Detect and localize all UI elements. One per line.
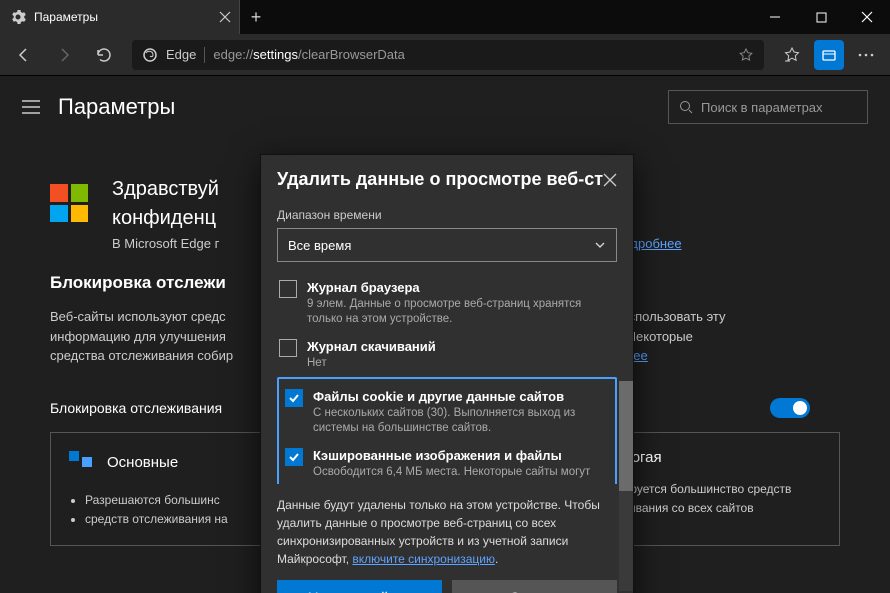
menu-icon[interactable]: [848, 37, 884, 73]
search-icon: [679, 100, 693, 114]
new-tab-button[interactable]: +: [240, 7, 272, 28]
check-item-history[interactable]: Журнал браузера9 элем. Данные о просмотр…: [277, 274, 617, 333]
check-item-cookies[interactable]: Файлы cookie и другие данные сайтовС нес…: [283, 383, 611, 442]
browser-tab[interactable]: Параметры: [0, 0, 240, 34]
url-field[interactable]: Edge edge://settings/clearBrowserData: [132, 40, 764, 70]
chevron-down-icon: [594, 239, 606, 251]
search-input[interactable]: Поиск в параметрах: [668, 90, 868, 124]
tracking-label: Блокировка отслеживания: [50, 400, 222, 416]
collections-icon[interactable]: [814, 40, 844, 70]
forward-button[interactable]: [46, 37, 82, 73]
check-item-cache[interactable]: Кэшированные изображения и файлыОсвободи…: [283, 442, 611, 484]
url-brand: Edge: [166, 47, 196, 62]
time-range-label: Диапазон времени: [277, 208, 617, 222]
checkbox-list: Журнал браузера9 элем. Данные о просмотр…: [277, 274, 617, 484]
microsoft-logo: [50, 184, 88, 222]
page-title: Параметры: [58, 94, 175, 120]
modal-note: Данные будут удалены только на этом устр…: [277, 496, 617, 568]
modal-scrollbar[interactable]: [619, 381, 633, 591]
window-controls: [752, 0, 890, 34]
modal-title: Удалить данные о просмотре веб-стра: [277, 169, 603, 190]
url-text: edge://settings/clearBrowserData: [213, 47, 405, 62]
minimize-button[interactable]: [752, 0, 798, 34]
enable-sync-link[interactable]: включите синхронизацию: [352, 552, 495, 566]
tab-title: Параметры: [34, 10, 211, 24]
cancel-button[interactable]: Отмена: [452, 580, 617, 593]
checkbox[interactable]: [279, 339, 297, 357]
hamburger-icon[interactable]: [22, 100, 40, 114]
page: Параметры Поиск в параметрах Здравствуйв…: [0, 76, 890, 593]
checkbox[interactable]: [285, 389, 303, 407]
star-icon[interactable]: [738, 47, 754, 63]
confirm-button[interactable]: Удалить сейчас: [277, 580, 442, 593]
check-item-downloads[interactable]: Журнал скачиванийНет: [277, 333, 617, 377]
gear-icon: [10, 9, 26, 25]
checkbox[interactable]: [285, 448, 303, 466]
favorites-icon[interactable]: [774, 37, 810, 73]
page-header: Параметры Поиск в параметрах: [0, 76, 890, 138]
clear-data-modal: Удалить данные о просмотре веб-стра Диап…: [260, 154, 634, 593]
edge-icon: [142, 47, 158, 63]
tracking-toggle[interactable]: [770, 398, 810, 418]
checkbox[interactable]: [279, 280, 297, 298]
back-button[interactable]: [6, 37, 42, 73]
address-bar: Edge edge://settings/clearBrowserData: [0, 34, 890, 76]
close-modal-icon[interactable]: [603, 173, 617, 187]
maximize-button[interactable]: [798, 0, 844, 34]
refresh-button[interactable]: [86, 37, 122, 73]
titlebar: Параметры +: [0, 0, 890, 34]
close-tab-icon[interactable]: [219, 11, 231, 23]
time-range-select[interactable]: Все время: [277, 228, 617, 262]
basic-icon: [67, 449, 95, 477]
close-window-button[interactable]: [844, 0, 890, 34]
